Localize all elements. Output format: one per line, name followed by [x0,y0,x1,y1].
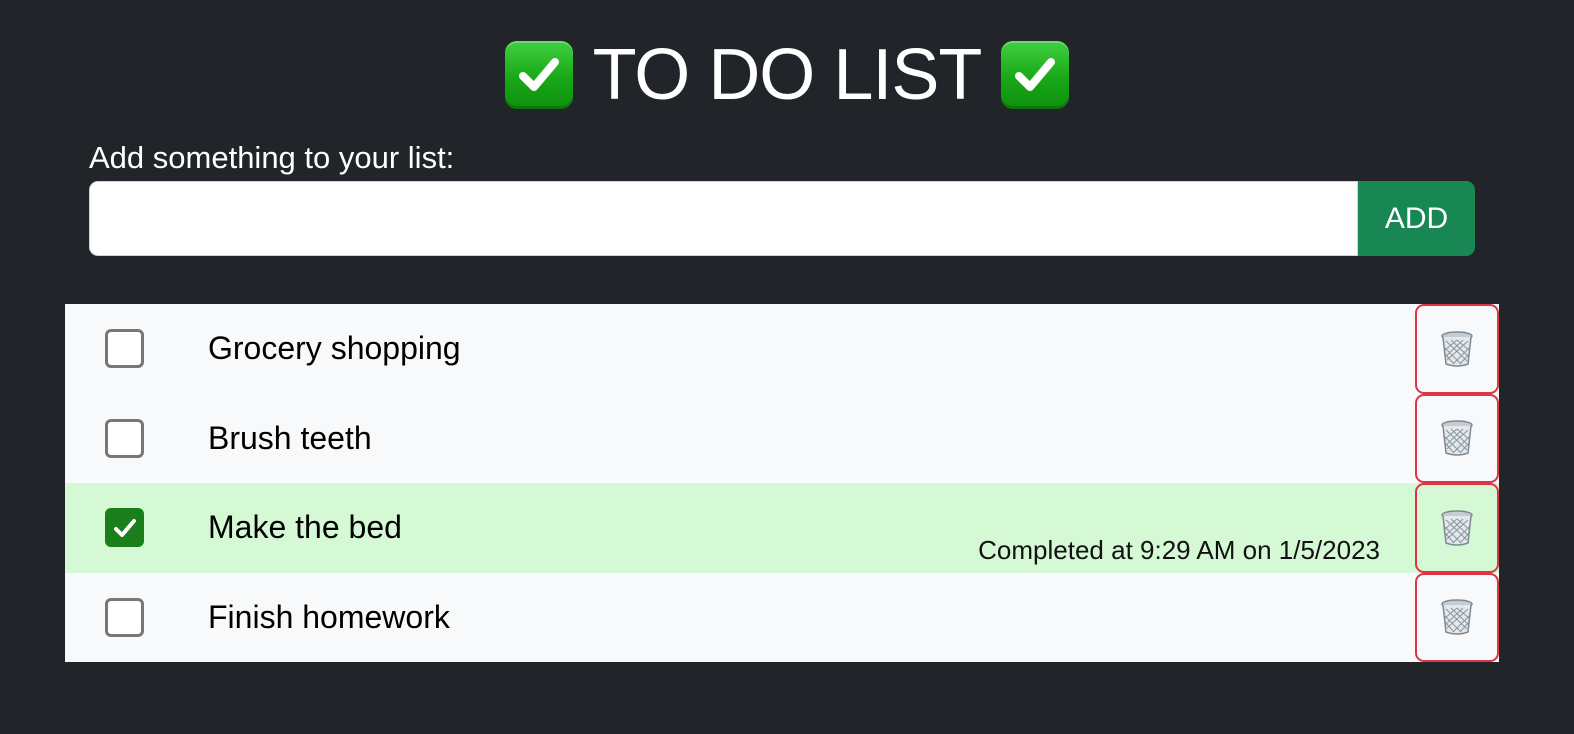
todo-label: Grocery shopping [208,330,461,366]
todo-item: Brush teeth [65,393,1499,483]
todo-list: Grocery shopping Brush teeth Make the be… [65,304,1499,662]
todo-label: Brush teeth [208,419,372,456]
wastebasket-icon [1441,420,1473,456]
delete-button[interactable] [1415,483,1499,573]
wastebasket-icon [1441,510,1473,546]
page-title: TO DO LIST [0,30,1574,120]
wastebasket-icon [1441,331,1473,367]
check-mark-icon [1001,41,1070,109]
delete-button[interactable] [1415,572,1499,662]
todo-app: TO DO LIST Add something to your list: A… [0,0,1574,734]
check-icon [113,518,136,537]
check-mark-icon [504,41,573,109]
todo-checkbox[interactable] [105,329,144,368]
add-item-label: Add something to your list: [89,140,455,175]
add-item-form: ADD [89,181,1475,256]
todo-input[interactable] [89,181,1358,256]
delete-button[interactable] [1415,393,1499,483]
todo-checkbox[interactable] [105,418,144,458]
todo-item: Finish homework [65,572,1499,662]
todo-item: Grocery shopping [65,304,1499,394]
todo-item: Make the bed Completed at 9:29 AM on 1/5… [65,483,1499,573]
add-button[interactable]: ADD [1358,181,1475,256]
wastebasket-icon [1441,599,1473,635]
todo-checkbox[interactable] [105,597,144,637]
completed-timestamp: Completed at 9:29 AM on 1/5/2023 [978,535,1380,565]
todo-checkbox[interactable] [105,508,144,547]
todo-label: Finish homework [208,598,450,635]
todo-label: Make the bed [208,509,402,545]
delete-button[interactable] [1415,304,1499,394]
title-text: TO DO LIST [592,35,983,115]
